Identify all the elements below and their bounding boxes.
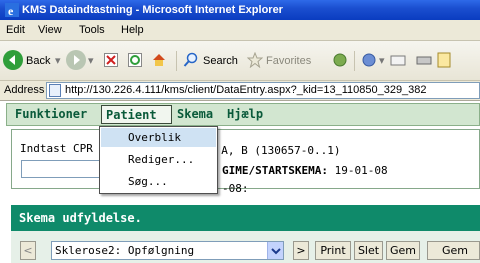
edit-icon[interactable] <box>436 52 452 68</box>
menu-tools[interactable]: Tools <box>79 24 105 36</box>
ie-logo-icon: e <box>5 3 19 17</box>
save-button[interactable]: Gem <box>386 241 420 260</box>
menu-patient[interactable]: Patient <box>101 105 172 124</box>
favorites-button[interactable]: Favorites <box>266 52 311 70</box>
dropdown-item-soeg[interactable]: Søg... <box>101 172 216 191</box>
svg-text:e: e <box>8 4 14 17</box>
toolbar-separator <box>176 51 177 71</box>
skema-header: Skema udfyldelse. <box>11 205 480 231</box>
mail-icon[interactable] <box>390 52 406 68</box>
regime-value: 19-01-08 <box>334 164 388 177</box>
browser-menubar: Edit View Tools Help <box>0 20 480 41</box>
forward-arrow-icon[interactable] <box>66 50 86 70</box>
forward-dropdown-icon[interactable]: ▾ <box>88 52 94 70</box>
history-icon[interactable] <box>361 52 377 68</box>
prev-button[interactable]: < <box>20 241 36 260</box>
menu-view[interactable]: View <box>38 24 62 36</box>
page-icon <box>49 84 61 97</box>
back-dropdown-icon[interactable]: ▾ <box>55 52 61 70</box>
address-input[interactable]: http://130.226.4.111/kms/client/DataEntr… <box>46 82 480 99</box>
date-fragment: -08: <box>222 182 249 195</box>
toolbar-separator <box>354 51 355 71</box>
dropdown-item-overblik[interactable]: Overblik <box>101 128 216 147</box>
delete-button[interactable]: Slet <box>354 241 383 260</box>
regime-line: GIME/STARTSKEMA: 19-01-08 <box>222 164 388 177</box>
menu-skema[interactable]: Skema <box>177 107 213 121</box>
search-icon[interactable] <box>183 52 199 68</box>
menu-edit[interactable]: Edit <box>6 24 25 36</box>
skema-toolbar: < Sklerose2: Opfølgning > Print Slet Gem… <box>11 231 480 263</box>
menu-help[interactable]: Help <box>121 24 144 36</box>
next-button[interactable]: > <box>293 241 309 260</box>
page-content: Funktioner Patient Skema Hjælp Indtast C… <box>0 101 480 263</box>
save-button-2[interactable]: Gem <box>427 241 480 260</box>
history-dropdown-icon[interactable]: ▾ <box>379 52 385 70</box>
browser-toolbar: Back ▾ ▾ Search Favorites ▾ <box>0 41 480 81</box>
app-menubar: Funktioner Patient Skema Hjælp <box>6 103 480 126</box>
media-icon[interactable] <box>332 52 348 68</box>
regime-label: GIME/STARTSKEMA: <box>222 164 328 177</box>
address-url: http://130.226.4.111/kms/client/DataEntr… <box>65 84 427 96</box>
skema-select[interactable]: Sklerose2: Opfølgning <box>51 241 284 260</box>
favorites-star-icon[interactable] <box>246 51 264 69</box>
window-titlebar: e KMS Dataindtastning - Microsoft Intern… <box>0 0 480 20</box>
back-arrow-icon[interactable] <box>3 50 23 70</box>
chevron-down-icon[interactable] <box>267 242 283 259</box>
refresh-icon[interactable] <box>128 53 142 67</box>
menu-funktioner[interactable]: Funktioner <box>15 107 87 121</box>
menu-patient-label: Patient <box>106 108 157 122</box>
back-button[interactable]: Back <box>26 52 50 70</box>
patient-name: : A, B (130657-0..1) <box>208 144 341 157</box>
search-button[interactable]: Search <box>203 52 238 70</box>
patient-dropdown-menu: Overblik Rediger... Søg... <box>99 126 218 194</box>
skema-select-value: Sklerose2: Opfølgning <box>55 244 195 257</box>
cpr-panel: Indtast CPR n <box>11 129 480 189</box>
print-icon[interactable] <box>416 52 432 68</box>
stop-icon[interactable] <box>104 53 118 67</box>
print-button[interactable]: Print <box>315 241 351 260</box>
dropdown-item-rediger[interactable]: Rediger... <box>101 150 216 169</box>
address-bar: Address http://130.226.4.111/kms/client/… <box>0 81 480 101</box>
menu-hjaelp[interactable]: Hjælp <box>227 107 263 121</box>
cpr-label: Indtast CPR n <box>20 142 107 155</box>
home-icon[interactable] <box>151 52 167 68</box>
window-title: KMS Dataindtastning - Microsoft Internet… <box>22 4 283 16</box>
address-label: Address <box>4 84 45 96</box>
